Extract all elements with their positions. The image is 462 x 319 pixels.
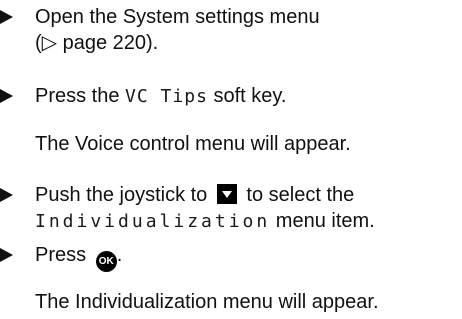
page-reference-text: (▷ page 220). — [35, 32, 159, 54]
step-text-post: to select the — [240, 184, 355, 206]
down-arrow-key-icon — [216, 184, 237, 204]
menu-item-label: Individualization — [35, 211, 271, 232]
ok-button-icon: OK — [95, 251, 117, 272]
step-text-post: menu item. — [270, 210, 375, 232]
result-text: The Individualization menu will appear. — [35, 291, 379, 313]
bullet-triangle-icon — [0, 10, 13, 24]
bullet-triangle-icon — [0, 188, 13, 202]
step-text: Open the System settings menu — [35, 6, 320, 28]
step-text-pre: Press the — [35, 85, 126, 107]
step-text-pre: Press — [35, 244, 92, 266]
bullet-triangle-icon — [0, 248, 13, 262]
instruction-page: Open the System settings menu (▷ page 22… — [0, 0, 462, 319]
soft-key-label: VC Tips — [125, 86, 208, 107]
step-text-post: soft key. — [207, 85, 287, 107]
bullet-triangle-icon — [0, 89, 13, 103]
step-text-pre: Push the joystick to — [35, 184, 213, 206]
result-text: The Voice control menu will appear. — [35, 133, 351, 155]
step-text-post: . — [116, 244, 123, 266]
